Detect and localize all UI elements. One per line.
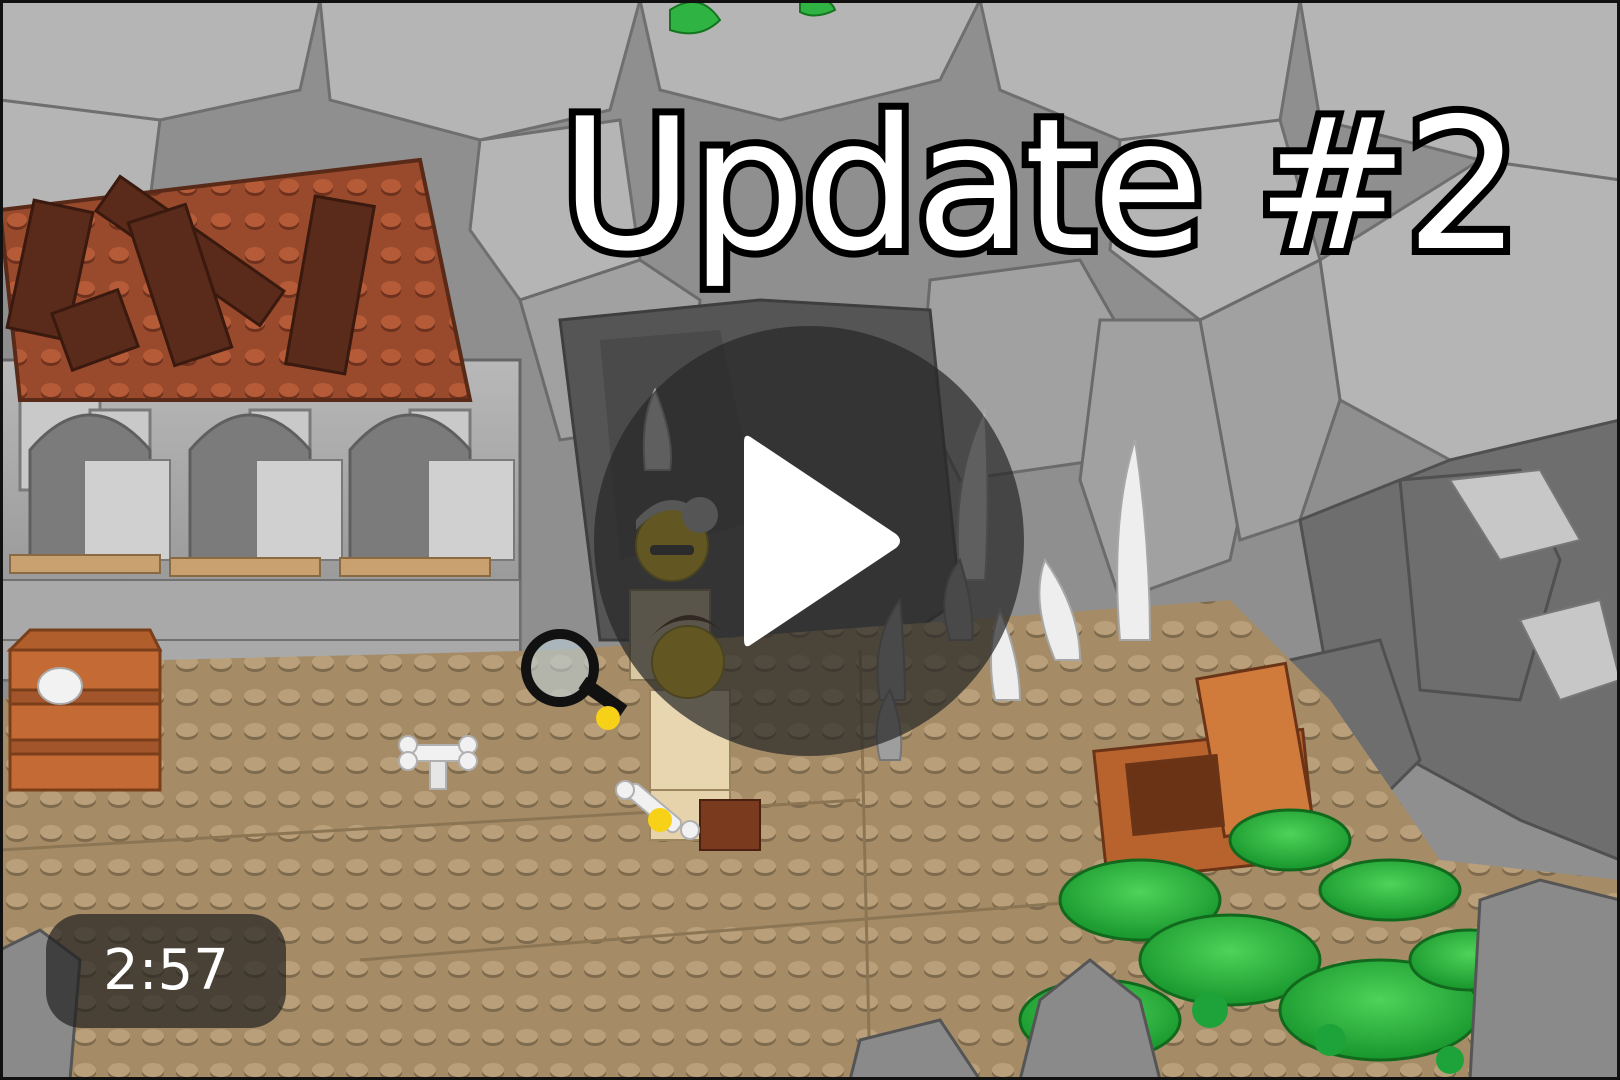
play-button[interactable]	[594, 326, 1024, 756]
video-duration-badge: 2:57	[46, 914, 286, 1028]
video-thumbnail[interactable]: Update #2 2:57	[0, 0, 1620, 1080]
video-title: Update #2	[553, 72, 1528, 298]
play-icon	[744, 435, 900, 647]
